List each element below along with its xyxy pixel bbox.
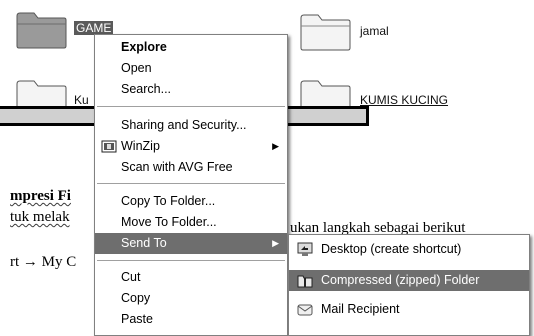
menu-item-send-to[interactable]: Send To ▶ bbox=[95, 233, 287, 254]
menu-item-cut[interactable]: Cut bbox=[95, 267, 287, 288]
menu-item-copy[interactable]: Copy bbox=[95, 288, 287, 309]
menu-separator bbox=[97, 183, 285, 184]
doc-heading-fragment: mpresi Fi bbox=[10, 188, 71, 204]
doc-line2-left: rt → My C bbox=[10, 254, 77, 270]
folder-game-icon[interactable] bbox=[14, 10, 70, 50]
menu-item-paste[interactable]: Paste bbox=[95, 309, 287, 330]
context-menu: Explore Open Search... Sharing and Secur… bbox=[94, 34, 288, 336]
menu-item-copy-to-folder[interactable]: Copy To Folder... bbox=[95, 191, 287, 212]
send-to-submenu: Desktop (create shortcut) Compressed (zi… bbox=[288, 234, 530, 336]
folder-jamal-label[interactable]: jamal bbox=[360, 24, 389, 38]
menu-item-search[interactable]: Search... bbox=[95, 79, 287, 100]
desktop-shortcut-icon bbox=[297, 242, 313, 257]
folder-ku-label[interactable]: Ku bbox=[74, 93, 89, 107]
submenu-arrow-icon: ▶ bbox=[272, 238, 279, 248]
folder-kumis-kucing-icon[interactable] bbox=[298, 78, 354, 108]
menu-item-move-to-folder[interactable]: Move To Folder... bbox=[95, 212, 287, 233]
folder-ku-icon[interactable] bbox=[14, 78, 70, 108]
doc-line1-left: tuk melak bbox=[10, 209, 70, 225]
zip-folder-icon bbox=[297, 273, 313, 288]
menu-item-sharing-security[interactable]: Sharing and Security... bbox=[95, 115, 287, 136]
mail-icon bbox=[297, 302, 313, 317]
folder-game-label[interactable]: GAME bbox=[74, 21, 114, 35]
folder-kumis-kucing-label[interactable]: KUMIS KUCING bbox=[360, 93, 448, 107]
menu-separator bbox=[97, 260, 285, 261]
menu-item-winzip[interactable]: WinZip ▶ bbox=[95, 136, 287, 157]
send-to-desktop-shortcut[interactable]: Desktop (create shortcut) bbox=[289, 239, 529, 260]
submenu-arrow-icon: ▶ bbox=[272, 141, 279, 151]
menu-item-open[interactable]: Open bbox=[95, 58, 287, 79]
send-to-compressed-folder[interactable]: Compressed (zipped) Folder bbox=[289, 270, 529, 291]
send-to-mail-recipient[interactable]: Mail Recipient bbox=[289, 299, 529, 320]
folder-jamal-icon[interactable] bbox=[298, 12, 354, 52]
menu-item-explore[interactable]: Explore bbox=[95, 37, 287, 58]
menu-separator bbox=[97, 106, 285, 107]
menu-item-scan-avg[interactable]: Scan with AVG Free bbox=[95, 157, 287, 178]
winzip-icon bbox=[101, 139, 117, 154]
